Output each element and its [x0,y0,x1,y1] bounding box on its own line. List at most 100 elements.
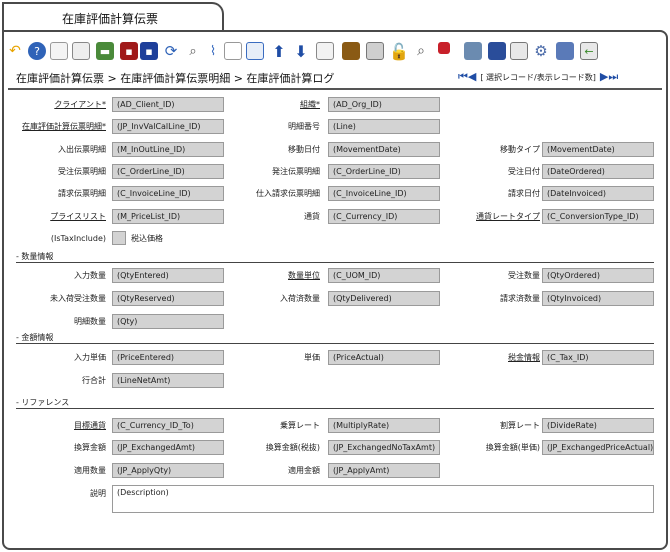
exchangednotaxamt-label: 換算金額(税抜) [265,443,320,452]
sales-orderline-field[interactable]: (C_OrderLine_ID) [112,164,224,179]
exit-icon[interactable]: ← [580,42,598,60]
currency-to-label: 目標通貨 [74,421,106,430]
currency-field[interactable]: (C_Currency_ID) [328,209,440,224]
qtyentered-field[interactable]: (QtyEntered) [112,268,224,283]
applyqty-field[interactable]: (JP_ApplyQty) [112,463,224,478]
amount-section-title[interactable]: - 金額情報 [16,332,53,343]
multiplyrate-field[interactable]: (MultiplyRate) [328,418,440,433]
refresh-icon[interactable]: ⟳ [162,42,180,60]
client-field[interactable]: (AD_Client_ID) [112,97,224,112]
multiplyrate-label: 乗算レート [280,421,320,430]
qtyinvoiced-label: 請求済数量 [500,294,540,303]
tax-label: 税金情報 [508,353,540,362]
pricelist-field[interactable]: (M_PriceList_ID) [112,209,224,224]
new-record-icon[interactable] [50,42,68,60]
help-icon[interactable]: ? [28,42,46,60]
archive-icon[interactable] [342,42,360,60]
qtyreserved-label: 未入荷受注数量 [50,294,106,303]
exchangedpriceactual-field[interactable]: (JP_ExchangedPriceActual) [542,440,654,455]
dateordered-label: 受注日付 [508,167,540,176]
exchangednotaxamt-field[interactable]: (JP_ExchangedNoTaxAmt) [328,440,440,455]
vendor-invoiceline-field[interactable]: (C_InvoiceLine_ID) [328,186,440,201]
movementdate-field[interactable]: (MovementDate) [328,142,440,157]
dateinvoiced-label: 請求日付 [508,189,540,198]
exchangedamt-field[interactable]: (JP_ExchangedAmt) [112,440,224,455]
record-navigation: ⏮◀[ 選択レコード/表示レコード数] ▶⏭ [458,70,618,84]
org-field[interactable]: (AD_Org_ID) [328,97,440,112]
attachment-icon[interactable]: ⌇ [204,42,222,60]
qtyreserved-field[interactable]: (QtyReserved) [112,291,224,306]
linenetamt-field[interactable]: (LineNetAmt) [112,373,224,388]
pricelist-label: プライスリスト [50,212,106,221]
delete-icon[interactable]: ▬ [96,42,114,60]
movementtype-field[interactable]: (MovementDate) [542,142,654,157]
find-icon[interactable]: ⌕ [184,42,202,60]
qtydelivered-field[interactable]: (QtyDelivered) [328,291,440,306]
tax-field[interactable]: (C_Tax_ID) [542,350,654,365]
window-tab[interactable]: 在庫評価計算伝票 [2,2,224,30]
copy-record-icon[interactable] [72,42,90,60]
istaxinclude-checkbox[interactable] [112,231,126,245]
invvalcalline-label: 在庫評価計算伝票明細* [22,122,106,131]
first-record-icon[interactable]: ⏮ [458,70,468,83]
description-label: 説明 [90,489,106,498]
detail-record-icon[interactable]: ⬇ [292,42,310,61]
qtyordered-field[interactable]: (QtyOrdered) [542,268,654,283]
quantity-section-title[interactable]: - 数量情報 [16,251,53,262]
invoiceline-field[interactable]: (C_InvoiceLine_ID) [112,186,224,201]
grid-toggle-icon[interactable] [246,42,264,60]
last-record-icon[interactable]: ⏭ [608,70,618,83]
workflow-icon[interactable] [438,42,450,54]
sales-orderline-label: 受注伝票明細 [58,167,106,176]
priceactual-label: 単価 [304,353,320,362]
inoutline-label: 入出伝票明細 [58,145,106,154]
description-field[interactable]: (Description) [112,485,654,513]
product-info-icon[interactable] [464,42,482,60]
priceentered-field[interactable]: (PriceEntered) [112,350,224,365]
toolbar-separator [8,88,662,90]
save-and-new-icon[interactable]: ▪ [140,42,158,60]
settings-icon[interactable]: ⚙ [532,42,550,60]
priceactual-field[interactable]: (PriceActual) [328,350,440,365]
qtyinvoiced-field[interactable]: (QtyInvoiced) [542,291,654,306]
invvalcalline-field[interactable]: (JP_InvValCalLine_ID) [112,119,224,134]
lock-icon[interactable]: 🔓 [389,42,409,61]
report-icon[interactable] [316,42,334,60]
reference-section-title[interactable]: - リファレンス [16,397,69,408]
parent-record-icon[interactable]: ⬆ [270,42,288,61]
qtyentered-label: 入力数量 [74,271,106,280]
record-position: [ 選択レコード/表示レコード数] [480,73,596,82]
dateordered-field[interactable]: (DateOrdered) [542,164,654,179]
qty-label: 明細数量 [74,317,106,326]
zoom-across-icon[interactable]: ⌕ [412,42,430,60]
currency-to-field[interactable]: (C_Currency_ID_To) [112,418,224,433]
applyqty-label: 適用数量 [74,466,106,475]
movementdate-label: 移動日付 [288,145,320,154]
conversiontype-field[interactable]: (C_ConversionType_ID) [542,209,654,224]
conversiontype-label: 通貨レートタイプ [476,212,540,221]
print-icon[interactable] [366,42,384,60]
undo-icon[interactable]: ↶ [6,42,24,60]
qty-field[interactable]: (Qty) [112,314,224,329]
org-label: 組織* [300,100,320,109]
save-icon[interactable]: ▪ [120,42,138,60]
record-info-icon[interactable] [488,42,506,60]
dateinvoiced-field[interactable]: (DateInvoiced) [542,186,654,201]
vendor-invoiceline-label: 仕入請求伝票明細 [256,189,320,198]
previous-record-icon[interactable]: ◀ [468,70,476,83]
request-icon[interactable] [556,42,574,60]
purchase-orderline-label: 発注伝票明細 [272,167,320,176]
line-field[interactable]: (Line) [328,119,440,134]
exchangedamt-label: 換算金額 [74,443,106,452]
applyamt-field[interactable]: (JP_ApplyAmt) [328,463,440,478]
chat-icon[interactable] [224,42,242,60]
inoutline-field[interactable]: (M_InOutLine_ID) [112,142,224,157]
qtyordered-label: 受注数量 [508,271,540,280]
dividerate-field[interactable]: (DivideRate) [542,418,654,433]
window-info-icon[interactable] [510,42,528,60]
qtydelivered-label: 入荷済数量 [280,294,320,303]
window-tab-title: 在庫評価計算伝票 [62,12,159,26]
uom-field[interactable]: (C_UOM_ID) [328,268,440,283]
purchase-orderline-field[interactable]: (C_OrderLine_ID) [328,164,440,179]
istaxinclude-checkbox-label: 税込価格 [131,234,163,243]
